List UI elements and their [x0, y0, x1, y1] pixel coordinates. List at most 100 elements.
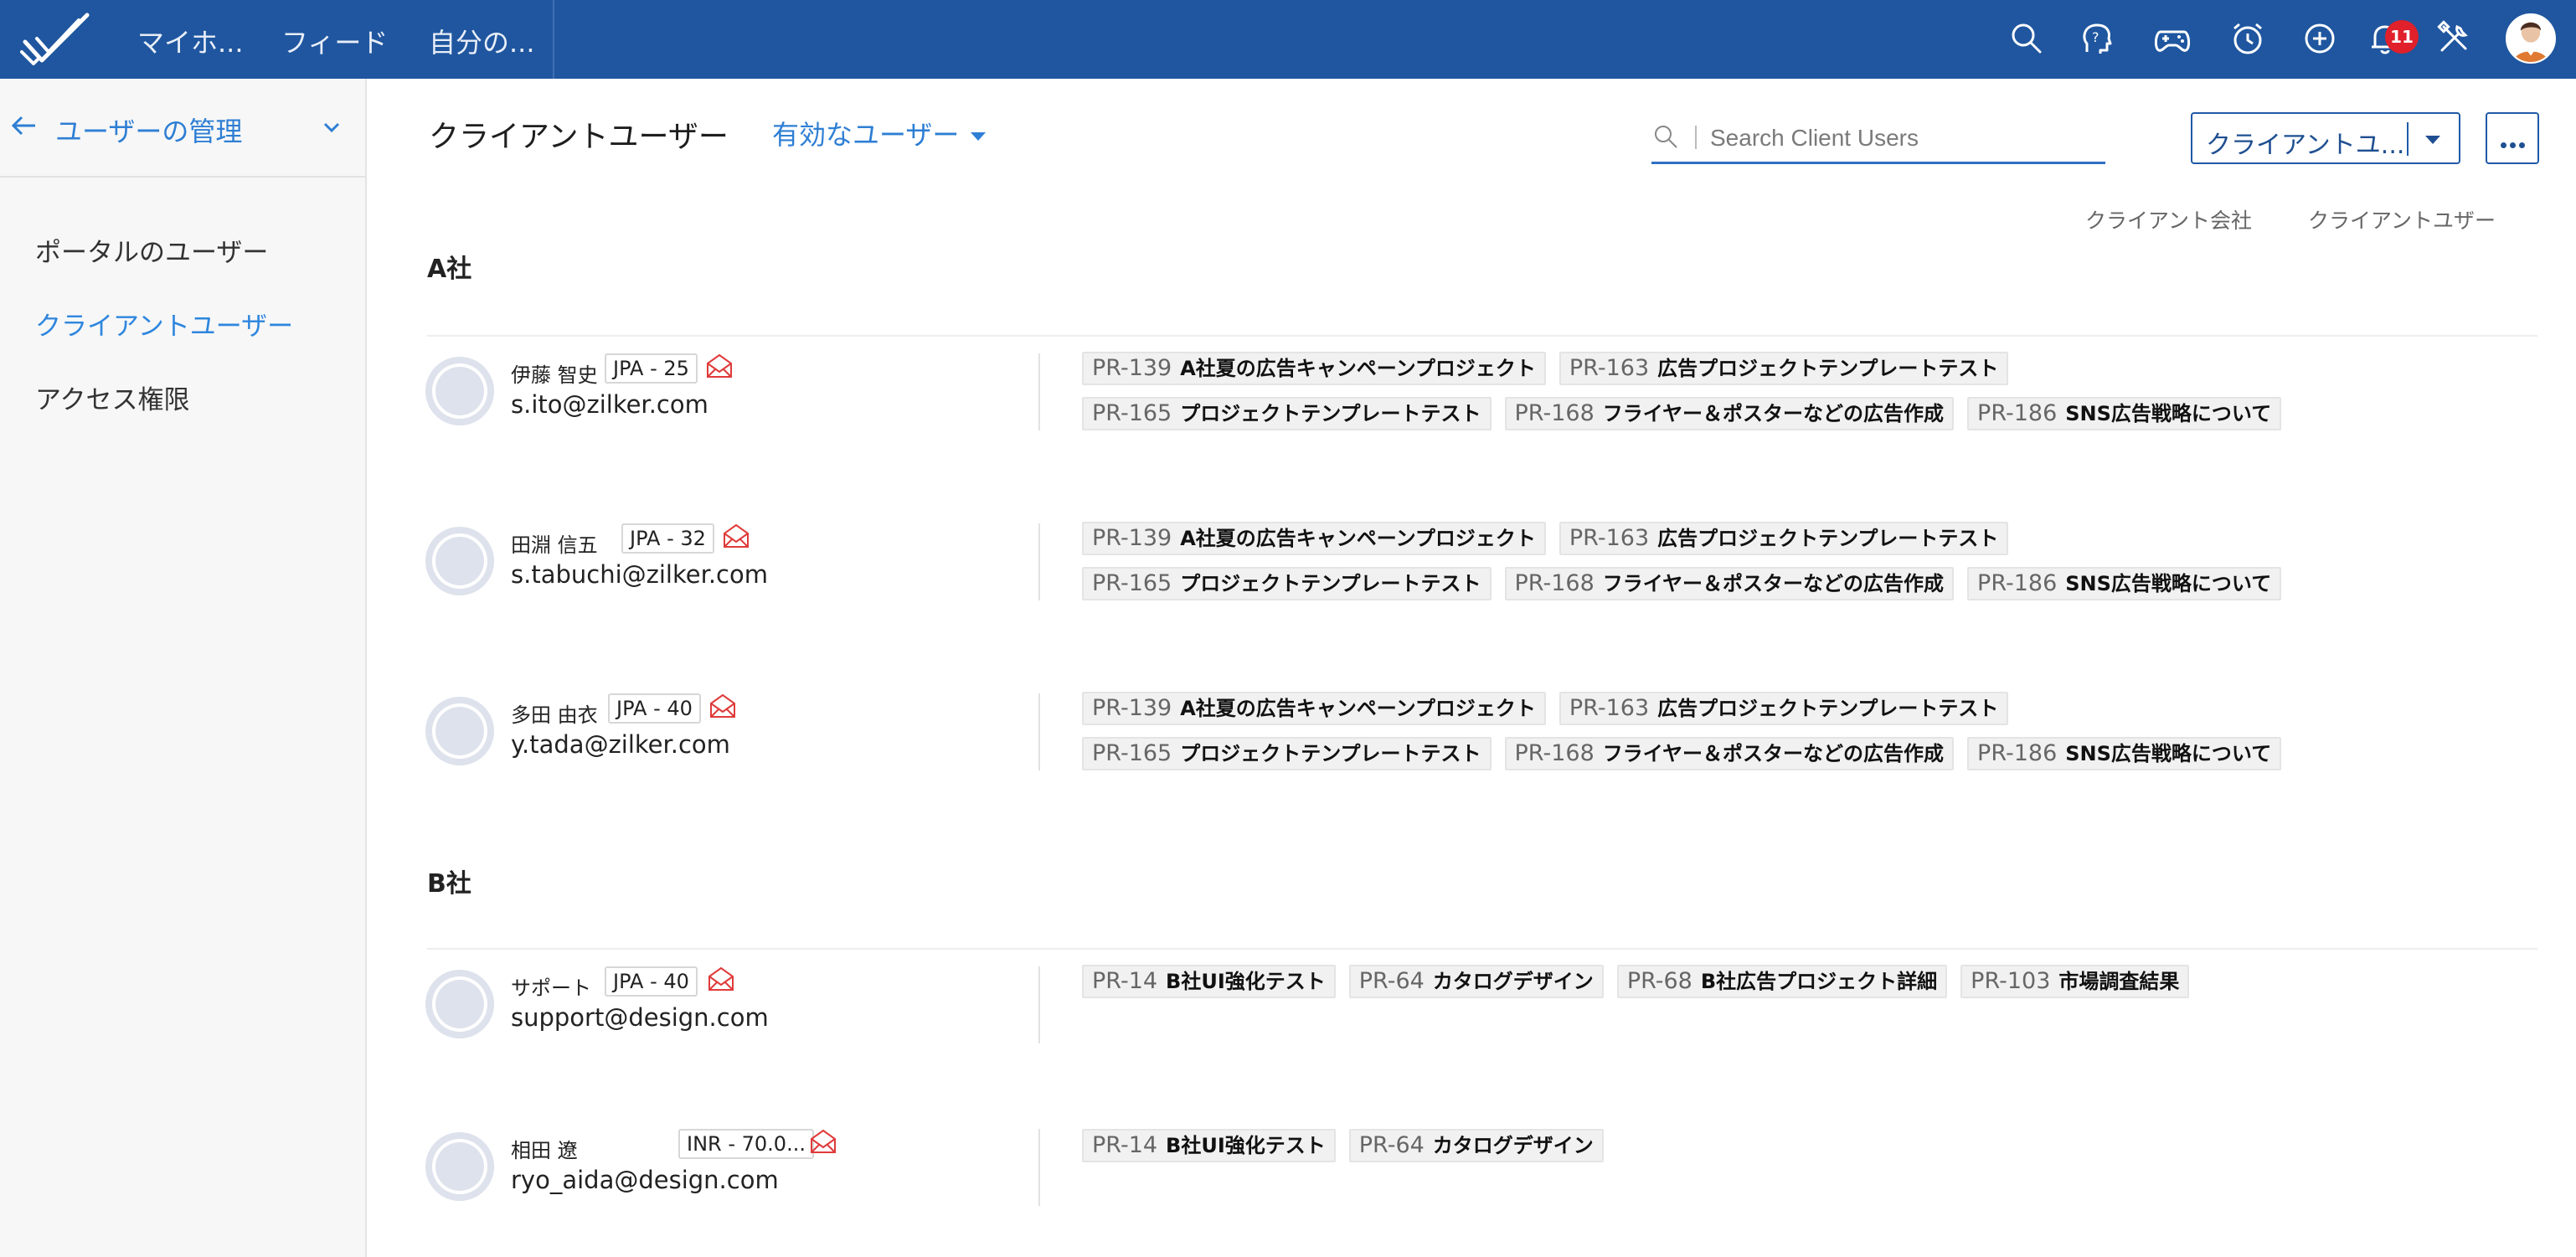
project-chip[interactable]: PR-165 プロジェクトテンプレートテスト	[1082, 397, 1492, 430]
table-row[interactable]: サポート JPA - 40 support@design.com PR-14 B社…	[425, 958, 2544, 1059]
row-divider	[1038, 353, 1040, 430]
rate-tag: JPA - 40	[605, 966, 698, 997]
table-row[interactable]: 伊藤 智史 JPA - 25 s.ito@zilker.com PR-139 A社…	[425, 345, 2544, 446]
project-chip[interactable]: PR-163 広告プロジェクトテンプレートテスト	[1558, 522, 2009, 555]
project-chip[interactable]: PR-139 A社夏の広告キャンペーンプロジェクト	[1082, 522, 1546, 555]
sidebar-item-portal-users[interactable]: ポータルのユーザー	[35, 231, 268, 269]
project-chip[interactable]: PR-64 カタログデザイン	[1348, 1129, 1604, 1162]
table-row[interactable]: 相田 遼 INR - 70.0... ryo_aida@design.com P…	[425, 1120, 2544, 1221]
table-row[interactable]: 多田 由衣 JPA - 40 y.tada@zilker.com PR-139 A…	[425, 685, 2544, 786]
project-chip[interactable]: PR-68 B社広告プロジェクト詳細	[1616, 965, 1948, 998]
timer-icon[interactable]	[2228, 18, 2268, 59]
project-chip[interactable]: PR-14 B社UI強化テスト	[1082, 965, 1336, 998]
project-chip[interactable]: PR-64 カタログデザイン	[1348, 965, 1604, 998]
top-bar: マイホ... フィード 自分の... ? 11	[0, 0, 2576, 79]
table-row[interactable]: 田淵 信五 JPA - 32 s.tabuchi@zilker.com PR-1…	[425, 515, 2544, 616]
project-list: PR-165 プロジェクトテンプレートテスト PR-168 フライヤー＆ポスターなど…	[1082, 567, 2282, 600]
client-users-split-button[interactable]: クライアントユ...	[2191, 112, 2460, 164]
mail-icon[interactable]	[809, 1127, 837, 1156]
project-chip[interactable]: PR-168 フライヤー＆ポスターなどの広告作成	[1504, 737, 1955, 770]
search-separator	[1695, 126, 1697, 149]
mail-icon[interactable]	[707, 965, 735, 993]
project-chip[interactable]: PR-165 プロジェクトテンプレートテスト	[1082, 567, 1492, 600]
search-icon[interactable]	[2007, 18, 2047, 59]
search-icon	[1655, 126, 1677, 148]
sidebar-header: ユーザーの管理	[0, 79, 365, 178]
caret-down-icon	[971, 132, 987, 141]
caret-down-icon[interactable]	[2425, 136, 2440, 144]
group-title: B社	[427, 869, 471, 899]
sidebar-item-access-rights[interactable]: アクセス権限	[35, 379, 189, 416]
nav-my-work[interactable]: 自分の...	[429, 22, 535, 60]
nav-feed[interactable]: フィード	[281, 22, 388, 60]
project-chip[interactable]: PR-103 市場調査結果	[1960, 965, 2190, 998]
rate-tag: JPA - 32	[621, 523, 714, 554]
notification-count-badge[interactable]: 11	[2385, 20, 2419, 54]
user-email[interactable]: s.ito@zilker.com	[511, 390, 708, 419]
search-box	[1651, 117, 2105, 164]
user-email[interactable]: ryo_aida@design.com	[511, 1166, 779, 1194]
project-chip[interactable]: PR-186 SNS広告戦略について	[1967, 737, 2282, 770]
user-email[interactable]: support@design.com	[511, 1003, 769, 1032]
project-list: PR-139 A社夏の広告キャンペーンプロジェクト PR-163 広告プロジェクトテ…	[1082, 522, 2009, 555]
more-options-button[interactable]	[2486, 112, 2539, 164]
ellipsis-icon	[2499, 136, 2527, 152]
mail-icon[interactable]	[722, 522, 750, 550]
tools-icon[interactable]	[2434, 18, 2474, 59]
user-name[interactable]: 伊藤 智史	[511, 358, 598, 388]
user-status-filter[interactable]: 有効なユーザー	[772, 114, 987, 152]
user-email[interactable]: s.tabuchi@zilker.com	[511, 560, 768, 589]
project-chip[interactable]: PR-163 広告プロジェクトテンプレートテスト	[1558, 692, 2009, 725]
back-arrow-icon[interactable]	[8, 111, 39, 141]
avatar	[425, 357, 494, 425]
group-divider	[427, 335, 2537, 337]
nav-divider	[553, 0, 554, 79]
svg-text:?: ?	[2092, 29, 2099, 45]
user-name[interactable]: サポート	[511, 971, 591, 1001]
avatar	[425, 970, 494, 1038]
sidebar-title[interactable]: ユーザーの管理	[55, 111, 242, 149]
chevron-down-icon[interactable]	[320, 116, 343, 139]
user-name[interactable]: 多田 由衣	[511, 698, 598, 728]
rate-tag: INR - 70.0...	[678, 1129, 814, 1159]
search-input[interactable]	[1710, 117, 2095, 159]
mail-icon[interactable]	[705, 352, 734, 380]
sidebar: ユーザーの管理 ポータルのユーザー クライアントユーザー アクセス権限	[0, 79, 367, 1257]
mail-icon[interactable]	[708, 692, 737, 720]
project-chip[interactable]: PR-186 SNS広告戦略について	[1967, 397, 2282, 430]
avatar	[425, 527, 494, 595]
row-divider	[1038, 693, 1040, 770]
project-chip[interactable]: PR-168 フライヤー＆ポスターなどの広告作成	[1504, 397, 1955, 430]
column-client-users[interactable]: クライアントユザー	[2308, 204, 2496, 234]
project-chip[interactable]: PR-186 SNS広告戦略について	[1967, 567, 2282, 600]
project-chip[interactable]: PR-168 フライヤー＆ポスターなどの広告作成	[1504, 567, 1955, 600]
project-chip[interactable]: PR-163 広告プロジェクトテンプレートテスト	[1558, 352, 2009, 385]
column-client-company[interactable]: クライアント会社	[2085, 204, 2252, 234]
project-list: PR-139 A社夏の広告キャンペーンプロジェクト PR-163 広告プロジェクトテ…	[1082, 352, 2009, 385]
split-button-separator	[2407, 122, 2409, 156]
split-button-label: クライアントユ...	[2206, 131, 2405, 160]
avatar	[425, 1132, 494, 1201]
gamepad-icon[interactable]	[2152, 18, 2192, 59]
group-title: A社	[427, 255, 472, 284]
add-icon[interactable]	[2300, 18, 2340, 59]
page-title: クライアントユーザー	[429, 120, 729, 154]
project-list: PR-14 B社UI強化テスト PR-64 カタログデザイン	[1082, 1129, 1604, 1162]
nav-myhome[interactable]: マイホ...	[137, 22, 244, 60]
project-chip[interactable]: PR-14 B社UI強化テスト	[1082, 1129, 1336, 1162]
project-chip[interactable]: PR-139 A社夏の広告キャンペーンプロジェクト	[1082, 352, 1546, 385]
app-logo-icon[interactable]	[20, 8, 92, 69]
user-email[interactable]: y.tada@zilker.com	[511, 730, 730, 759]
help-icon[interactable]: ?	[2077, 18, 2117, 59]
row-divider	[1038, 523, 1040, 600]
group-divider	[427, 948, 2537, 950]
project-chip[interactable]: PR-139 A社夏の広告キャンペーンプロジェクト	[1082, 692, 1546, 725]
user-avatar[interactable]	[2506, 13, 2556, 64]
avatar	[425, 697, 494, 765]
project-chip[interactable]: PR-165 プロジェクトテンプレートテスト	[1082, 737, 1492, 770]
row-divider	[1038, 966, 1040, 1043]
user-name[interactable]: 相田 遼	[511, 1134, 578, 1163]
user-status-filter-label: 有効なユーザー	[772, 119, 960, 151]
user-name[interactable]: 田淵 信五	[511, 528, 598, 558]
sidebar-item-client-users[interactable]: クライアントユーザー	[35, 305, 293, 343]
